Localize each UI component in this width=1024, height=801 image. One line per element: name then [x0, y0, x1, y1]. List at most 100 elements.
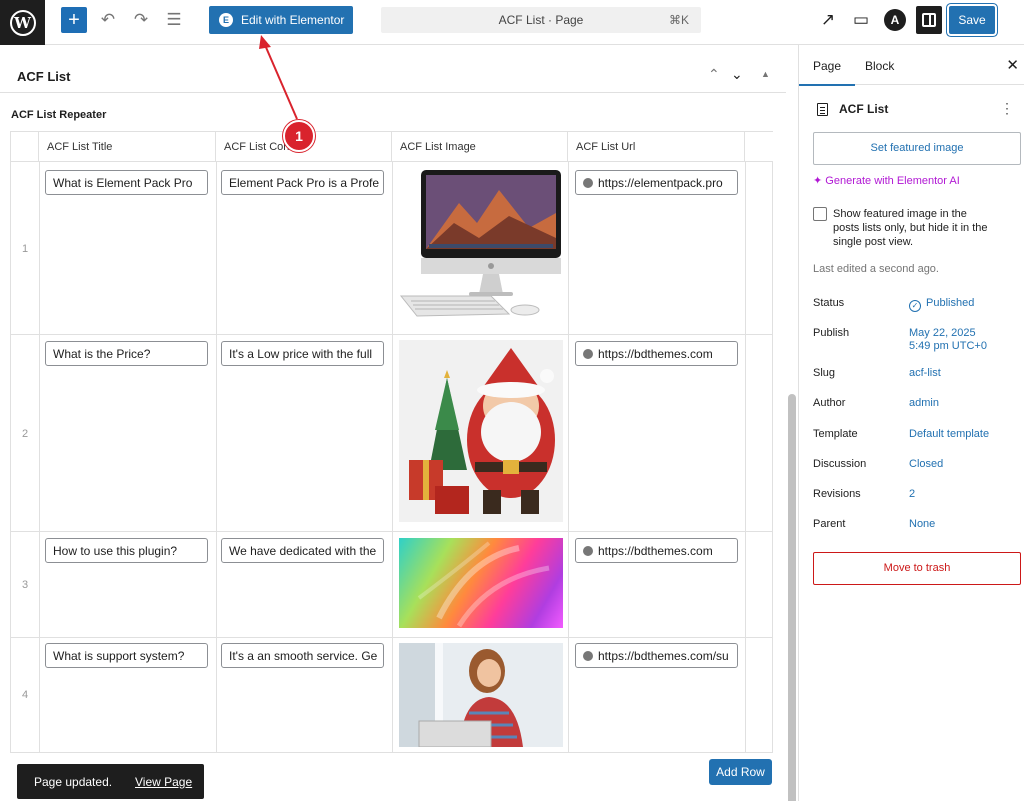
more-options-icon[interactable]: ⋮	[1000, 100, 1014, 117]
globe-icon	[583, 178, 593, 188]
sidebar-tabs: Page Block ✕	[798, 45, 1024, 86]
astra-settings-icon[interactable]: A	[884, 9, 906, 31]
row-3-url-input[interactable]: https://bdthemes.com	[575, 538, 738, 563]
page-icon	[817, 102, 828, 116]
header-order-cell	[11, 132, 39, 162]
document-overview-icon[interactable]: ☰	[163, 9, 185, 31]
elementor-icon: E	[219, 13, 233, 27]
row-3-image-gradient[interactable]	[399, 538, 563, 628]
slug-value[interactable]: acf-list	[909, 367, 941, 380]
row-3-content-input[interactable]: We have dedicated with the	[221, 538, 384, 563]
column-header-title: ACF List Title	[39, 132, 216, 162]
editor-top-bar: W + ↶ ↷ ☰ E Edit with Elementor ACF List…	[0, 0, 1024, 45]
last-edited-text: Last edited a second ago.	[813, 263, 939, 275]
row-2-url-input[interactable]: https://bdthemes.com	[575, 341, 738, 366]
tab-block[interactable]: Block	[865, 59, 894, 73]
document-title: ACF List · Page	[498, 13, 584, 27]
command-shortcut: ⌘K	[668, 13, 689, 27]
row-2-url-value: https://bdthemes.com	[598, 347, 713, 361]
close-icon[interactable]: ✕	[1006, 56, 1019, 74]
generate-with-ai-link[interactable]: ✦ Generate with Elementor AI	[813, 174, 960, 187]
content-scrollbar[interactable]	[788, 394, 796, 801]
sidebar-icon	[922, 13, 936, 27]
repeater-label: ACF List Repeater	[11, 109, 107, 121]
callout-arrow	[259, 35, 298, 120]
row-4-content-input[interactable]: It's a an smooth service. Ge	[221, 643, 384, 668]
parent-label: Parent	[813, 518, 846, 530]
globe-icon	[583, 651, 593, 661]
author-label: Author	[813, 397, 846, 409]
callout-badge: 1	[283, 120, 315, 152]
status-label: Status	[813, 297, 845, 309]
row-4-title-input[interactable]: What is support system?	[45, 643, 208, 668]
row-2-title-input[interactable]: What is the Price?	[45, 341, 208, 366]
row-handle-4[interactable]: 4	[11, 689, 39, 701]
move-up-icon[interactable]: ⌃	[708, 66, 720, 83]
author-value[interactable]: admin	[909, 397, 939, 410]
edit-with-elementor-label: Edit with Elementor	[241, 13, 345, 27]
row-1-title-input[interactable]: What is Element Pack Pro	[45, 170, 208, 195]
set-featured-image-button[interactable]: Set featured image	[813, 132, 1021, 165]
redo-icon[interactable]: ↷	[130, 9, 152, 31]
save-button[interactable]: Save	[947, 4, 997, 36]
generate-with-ai-label: Generate with Elementor AI	[825, 175, 960, 187]
preview-device-icon[interactable]: ▭	[850, 9, 872, 31]
status-value-text: Published	[926, 297, 975, 309]
featured-image-checkbox-label: Show featured image in the posts lists o…	[833, 208, 988, 248]
wordpress-icon: W	[9, 9, 36, 36]
row-4-url-input[interactable]: https://bdthemes.com/su	[575, 643, 738, 668]
snackbar-notice: Page updated. View Page	[17, 764, 204, 799]
publish-time: 5:49 pm UTC+0	[909, 340, 987, 352]
revisions-value[interactable]: 2	[909, 488, 915, 501]
add-row-button[interactable]: Add Row	[709, 759, 772, 785]
panel-title: ACF List	[17, 69, 71, 84]
view-page-external-icon[interactable]: ↗	[817, 9, 839, 31]
status-value[interactable]: ✓ Published	[909, 297, 974, 312]
column-header-image: ACF List Image	[392, 132, 568, 162]
template-value[interactable]: Default template	[909, 428, 989, 441]
row-handle-1[interactable]: 1	[11, 243, 39, 255]
discussion-value[interactable]: Closed	[909, 458, 943, 471]
published-check-icon: ✓	[909, 300, 921, 312]
header-actions-cell	[745, 132, 773, 162]
template-label: Template	[813, 428, 858, 440]
move-to-trash-button[interactable]: Move to trash	[813, 552, 1021, 585]
row-handle-2[interactable]: 2	[11, 428, 39, 440]
row-handle-3[interactable]: 3	[11, 579, 39, 591]
acf-panel-header[interactable]: ACF List ⌃ ⌄ ▲	[0, 57, 786, 93]
row-4-url-value: https://bdthemes.com/su	[598, 649, 729, 663]
row-3-url-value: https://bdthemes.com	[598, 544, 713, 558]
command-palette-bar[interactable]: ACF List · Page ⌘K	[381, 7, 701, 33]
row-1-content-input[interactable]: Element Pack Pro is a Profe	[221, 170, 384, 195]
featured-image-checkbox[interactable]	[813, 207, 827, 221]
move-down-icon[interactable]: ⌄	[731, 66, 743, 83]
undo-icon[interactable]: ↶	[97, 9, 119, 31]
parent-value[interactable]: None	[909, 518, 935, 531]
edit-with-elementor-button[interactable]: E Edit with Elementor	[209, 6, 353, 34]
settings-sidebar: Page Block ✕ ACF List ⋮ Set featured ima…	[798, 45, 1024, 801]
snackbar-message: Page updated.	[34, 775, 113, 789]
view-page-link[interactable]: View Page	[135, 775, 192, 789]
block-inserter-button[interactable]: +	[61, 7, 87, 33]
row-1-url-value: https://elementpack.pro	[598, 176, 723, 190]
document-summary: ACF List	[817, 102, 888, 116]
row-3-title-input[interactable]: How to use this plugin?	[45, 538, 208, 563]
globe-icon	[583, 546, 593, 556]
row-2-content-input[interactable]: It's a Low price with the full	[221, 341, 384, 366]
publish-date: May 22, 2025	[909, 327, 976, 339]
wordpress-logo-button[interactable]: W	[0, 0, 45, 45]
revisions-label: Revisions	[813, 488, 861, 500]
publish-value[interactable]: May 22, 2025 5:49 pm UTC+0	[909, 327, 987, 353]
tab-page[interactable]: Page	[798, 59, 856, 86]
row-2-image-santa[interactable]	[399, 340, 563, 522]
repeater-table: ACF List Title ACF List Content ACF List…	[10, 131, 773, 753]
row-4-image-woman-laptop[interactable]	[399, 643, 563, 747]
settings-sidebar-toggle[interactable]	[916, 6, 942, 34]
discussion-label: Discussion	[813, 458, 867, 470]
row-1-image-imac[interactable]	[399, 168, 563, 330]
publish-label: Publish	[813, 327, 850, 339]
collapse-panel-icon[interactable]: ▲	[761, 69, 770, 79]
row-1-url-input[interactable]: https://elementpack.pro	[575, 170, 738, 195]
document-name: ACF List	[839, 102, 889, 116]
globe-icon	[583, 349, 593, 359]
